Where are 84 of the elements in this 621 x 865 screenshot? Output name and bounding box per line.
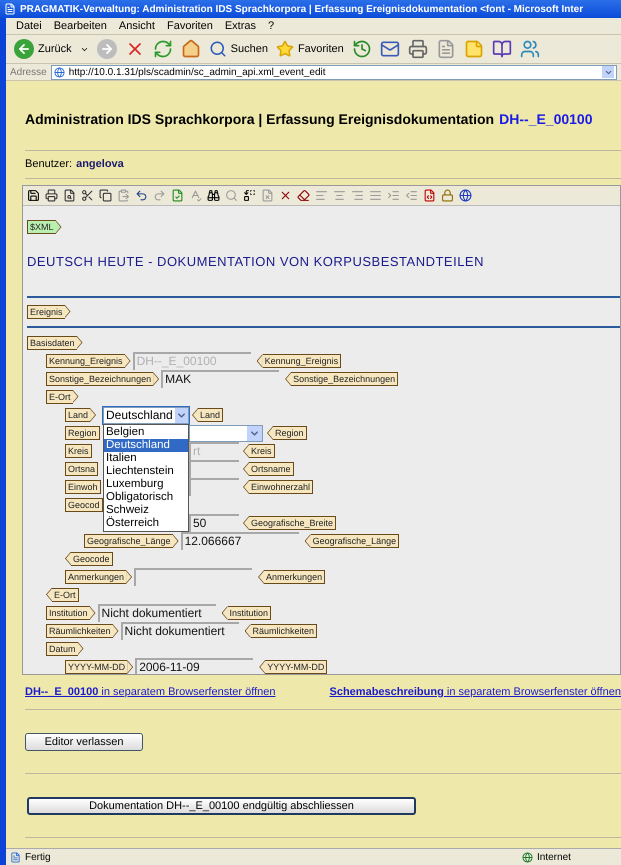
copy-icon[interactable] [99,189,112,202]
align-left-icon[interactable] [315,189,328,202]
printer-icon[interactable] [408,39,428,59]
align-justify-icon[interactable] [369,189,382,202]
dropdown-option[interactable]: Liechtenstein [104,464,188,478]
arrow-left-icon [14,39,34,59]
favorites-button[interactable]: Favoriten [276,40,344,58]
refresh-icon[interactable] [152,39,173,59]
indent-icon[interactable] [387,189,400,202]
home-icon[interactable] [180,39,201,59]
address-label: Adresse [10,66,47,80]
dropdown-field[interactable] [189,424,263,442]
url-text: http://10.0.1.31/pls/scadmin/sc_admin_api.xml_event_edit [68,66,326,80]
history-icon[interactable] [352,39,372,59]
lock-icon[interactable] [441,189,454,202]
link[interactable]: Schemabeschreibung in separatem Browserfenster öffnen [330,684,621,700]
page-heading: Administration IDS Sprachkorpora | Erfassung Ereignisdokumentation [25,110,494,130]
document-id: DH--_E_00100 [499,110,592,129]
print-preview-icon[interactable] [63,189,76,202]
title-text: PRAGMATIK-Verwaltung: Administration IDS Sprachkorpora | Erfassung Ereignisdokumentation <font - Microsoft Inter [20,2,584,16]
input-field[interactable]: 2006-11-09 [135,658,254,674]
dropdown-option[interactable]: Österreich [104,516,188,530]
note-icon[interactable] [464,39,484,59]
user-name: angelova [76,157,124,172]
input-field[interactable]: Nicht dokumentiert [98,604,216,622]
page-icon [54,66,65,78]
back-button[interactable]: Zurück [14,39,72,59]
spellcheck-icon[interactable] [189,189,202,202]
exit-editor-button[interactable]: Editor verlassen [25,732,143,750]
zone-text: Internet [537,850,572,864]
input-field[interactable]: Nicht dokumentiert [120,622,239,640]
eraser-icon[interactable] [297,189,310,202]
outdent-icon[interactable] [405,189,418,202]
undo-icon[interactable] [135,189,148,202]
input-field[interactable] [189,460,239,478]
replace-icon[interactable] [243,189,256,202]
start-tag: Kreis [65,444,92,458]
input-field[interactable]: 12.066667 [180,532,299,550]
check-icon[interactable] [171,189,184,202]
dropdown-option[interactable]: Schweiz [104,504,188,516]
input-field[interactable]: 50 [189,514,239,532]
start-tag: Ortsna [65,462,98,476]
status-text: Fertig [25,850,51,864]
printer-icon[interactable] [45,189,58,202]
scissors-icon[interactable] [81,189,94,202]
redo-icon[interactable] [153,189,166,202]
align-center-icon[interactable] [333,189,346,202]
dropdown-option[interactable]: Luxemburg [104,478,188,490]
dropdown-option[interactable]: Obligatorisch [104,490,188,504]
user-label: Benutzer: [25,157,72,172]
close-icon[interactable] [279,189,292,202]
menu-item[interactable]: Bearbeiten [54,18,107,34]
document-title: DEUTSCH HEUTE - DOKUMENTATION VON KORPUSBESTANDTEILEN [27,253,485,271]
dropdown-option[interactable]: Italien [104,452,188,464]
menu-item[interactable]: Ansicht [118,18,155,34]
search-button[interactable]: Suchen [208,40,268,58]
finish-button[interactable]: Dokumentation DH--_E_00100 endgültig abschliessen [27,796,416,814]
page-icon [10,852,21,862]
document-icon[interactable] [261,189,274,202]
binoculars-icon[interactable] [207,189,220,202]
magnifier-icon [208,40,227,58]
arrow-right-icon[interactable] [96,39,117,59]
input-field[interactable]: MAK [161,370,280,388]
mail-icon[interactable] [380,39,400,59]
menu-item[interactable]: Extras [224,18,256,34]
menu-item[interactable]: Datei [16,18,42,34]
start-tag: Region [65,426,100,440]
browser-icon [4,3,16,15]
link[interactable]: DH--_E_00100 in separatem Browserfenster öffnen [25,684,276,700]
start-tag: Geocod [65,498,103,512]
menu-item[interactable]: Favoriten [166,18,213,34]
globe-icon[interactable] [459,189,472,202]
start-tag: Einwoh [65,480,101,494]
dropdown-field[interactable]: Deutschland [103,406,189,424]
menu-item[interactable]: ? [268,18,274,34]
search-icon[interactable] [225,189,238,202]
align-right-icon[interactable] [351,189,364,202]
paste-icon[interactable] [117,189,130,202]
address-field[interactable]: http://10.0.1.31/pls/scadmin/sc_admin_api.xml_event_edit [50,64,617,80]
globe-icon [522,852,533,862]
dropdown-option[interactable]: Belgien [104,426,188,438]
star-icon [276,40,294,58]
dropdown-option[interactable]: Deutschland [104,438,188,452]
save-icon[interactable] [27,189,40,202]
